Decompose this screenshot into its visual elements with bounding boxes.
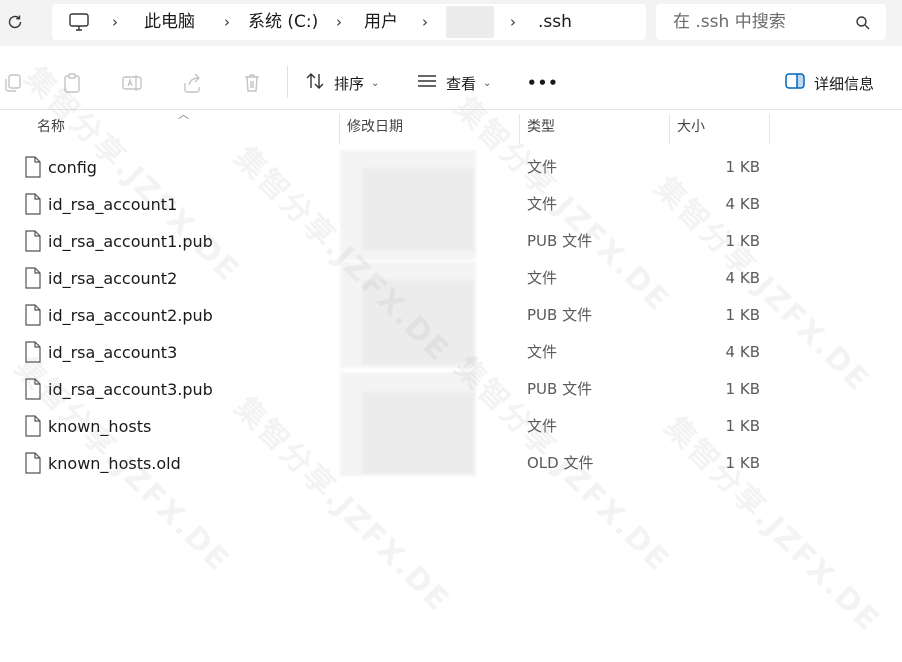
chevron-right-icon[interactable]: ›	[224, 4, 230, 40]
list-item[interactable]: id_rsa_account2 文件 4 KB	[0, 260, 902, 297]
file-icon	[24, 378, 42, 400]
details-pane-icon	[784, 70, 806, 96]
sort-label: 排序	[334, 74, 365, 93]
view-button[interactable]: 查看 ⌄	[416, 70, 491, 96]
list-item[interactable]: config 文件 1 KB	[0, 149, 902, 186]
file-type: PUB 文件	[527, 232, 593, 250]
file-size: 1 KB	[725, 158, 760, 176]
chevron-right-icon[interactable]: ›	[336, 4, 342, 40]
file-size: 1 KB	[725, 380, 760, 398]
more-icon: •••	[527, 74, 559, 92]
list-item[interactable]: id_rsa_account3 文件 4 KB	[0, 334, 902, 371]
file-icon	[24, 230, 42, 252]
delete-icon[interactable]	[241, 72, 263, 94]
file-icon	[24, 341, 42, 363]
column-header-size[interactable]: 大小	[677, 112, 705, 144]
view-icon	[416, 70, 438, 96]
file-icon	[24, 415, 42, 437]
breadcrumb-item-system-drive[interactable]: 系统 (C:)	[248, 4, 318, 40]
breadcrumb-item-this-pc[interactable]: 此电脑	[144, 4, 195, 40]
breadcrumb-item-users[interactable]: 用户	[364, 4, 398, 40]
sort-ascending-icon: ︿	[178, 108, 189, 121]
column-divider[interactable]	[669, 114, 670, 144]
search-input[interactable]: 在 .ssh 中搜索	[656, 4, 886, 40]
file-type: PUB 文件	[527, 380, 593, 398]
details-label: 详细信息	[814, 74, 875, 93]
chevron-down-icon: ⌄	[483, 77, 492, 89]
chevron-right-icon[interactable]: ›	[510, 4, 516, 40]
list-item[interactable]: known_hosts 文件 1 KB	[0, 408, 902, 445]
file-name: id_rsa_account2.pub	[48, 306, 213, 325]
chevron-right-icon[interactable]: ›	[422, 4, 428, 40]
file-type: 文件	[527, 195, 558, 213]
search-icon[interactable]	[854, 14, 872, 32]
file-icon	[24, 267, 42, 289]
breadcrumb[interactable]: › 此电脑 › 系统 (C:) › 用户 › › .ssh	[52, 4, 646, 40]
details-pane-button[interactable]: 详细信息	[784, 70, 874, 96]
file-name: id_rsa_account3	[48, 343, 178, 362]
column-header-modified[interactable]: 修改日期	[347, 112, 403, 144]
file-type: 文件	[527, 269, 558, 287]
file-name: known_hosts.old	[48, 454, 181, 473]
file-size: 4 KB	[725, 195, 760, 213]
file-size: 1 KB	[725, 232, 760, 250]
file-type: 文件	[527, 158, 558, 176]
column-divider[interactable]	[519, 114, 520, 144]
monitor-icon	[68, 12, 90, 32]
file-type: PUB 文件	[527, 306, 593, 324]
share-icon[interactable]	[181, 72, 203, 94]
chevron-down-icon: ⌄	[371, 77, 380, 89]
file-size: 4 KB	[725, 343, 760, 361]
view-label: 查看	[446, 74, 477, 93]
sort-icon	[304, 70, 326, 96]
column-divider[interactable]	[769, 114, 770, 144]
file-icon	[24, 193, 42, 215]
column-header-name[interactable]: 名称	[37, 112, 65, 144]
rename-icon[interactable]	[121, 72, 143, 94]
chevron-right-icon[interactable]: ›	[112, 4, 118, 40]
list-item[interactable]: id_rsa_account3.pub PUB 文件 1 KB	[0, 371, 902, 408]
refresh-icon[interactable]	[4, 11, 26, 33]
file-size: 1 KB	[725, 417, 760, 435]
file-name: id_rsa_account1.pub	[48, 232, 213, 251]
file-size: 1 KB	[725, 454, 760, 472]
breadcrumb-item-ssh[interactable]: .ssh	[538, 4, 572, 40]
file-name: id_rsa_account1	[48, 195, 178, 214]
column-header-type[interactable]: 类型	[527, 112, 555, 144]
file-size: 1 KB	[725, 306, 760, 324]
file-type: OLD 文件	[527, 454, 594, 472]
paste-icon[interactable]	[61, 72, 83, 94]
address-row: › 此电脑 › 系统 (C:) › 用户 › › .ssh 在 .ssh 中搜索	[0, 0, 902, 46]
file-icon	[24, 452, 42, 474]
file-type: 文件	[527, 417, 558, 435]
file-name: known_hosts	[48, 417, 152, 436]
file-icon	[24, 156, 42, 178]
list-item[interactable]: known_hosts.old OLD 文件 1 KB	[0, 445, 902, 482]
file-name: id_rsa_account3.pub	[48, 380, 213, 399]
search-placeholder: 在 .ssh 中搜索	[673, 12, 786, 32]
list-item[interactable]: id_rsa_account1 文件 4 KB	[0, 186, 902, 223]
toolbar-divider	[287, 66, 288, 98]
list-item[interactable]: id_rsa_account2.pub PUB 文件 1 KB	[0, 297, 902, 334]
redacted-username[interactable]	[446, 6, 494, 38]
file-name: config	[48, 158, 97, 177]
more-options-button[interactable]: •••	[527, 70, 559, 96]
list-item[interactable]: id_rsa_account1.pub PUB 文件 1 KB	[0, 223, 902, 260]
file-name: id_rsa_account2	[48, 269, 178, 288]
file-icon	[24, 304, 42, 326]
column-divider[interactable]	[339, 114, 340, 144]
command-bar: 排序 ⌄ 查看 ⌄ ••• 详细信息	[0, 52, 902, 110]
copy-icon[interactable]	[2, 72, 24, 94]
file-type: 文件	[527, 343, 558, 361]
file-size: 4 KB	[725, 269, 760, 287]
sort-button[interactable]: 排序 ⌄	[304, 70, 379, 96]
